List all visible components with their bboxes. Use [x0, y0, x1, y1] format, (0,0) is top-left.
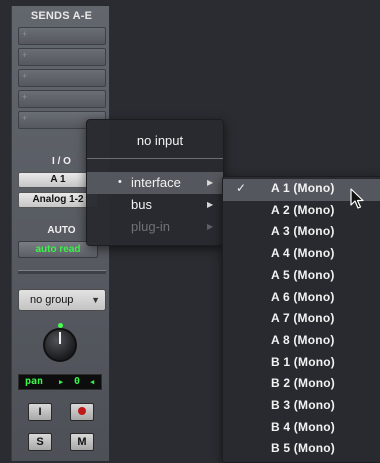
mute-button[interactable]: M	[70, 433, 94, 451]
submenu-item[interactable]: A 7 (Mono)	[271, 311, 335, 325]
pan-label: pan	[25, 376, 44, 387]
send-slot-c[interactable]: +	[18, 69, 106, 87]
pan-knob[interactable]	[43, 328, 77, 362]
menu-item-label: bus	[131, 197, 152, 212]
submenu-item[interactable]: A 3 (Mono)	[271, 224, 335, 238]
interface-submenu: ✓ A 1 (Mono) A 2 (Mono) A 3 (Mono) A 4 (Mon…	[222, 176, 380, 463]
submenu-item[interactable]: B 5 (Mono)	[271, 441, 335, 455]
sends-header: SENDS A-E	[30, 10, 93, 22]
knob-pointer	[59, 332, 61, 344]
submenu-item[interactable]: A 6 (Mono)	[271, 290, 335, 304]
selected-bullet-icon: •	[118, 176, 122, 188]
checkmark-icon: ✓	[236, 181, 247, 195]
input-popup-menu: no input • interface ▶ bus ▶ plug-in ▶	[86, 119, 224, 246]
pan-arrow-right-icon: ▶	[59, 378, 64, 386]
add-send-icon: +	[22, 50, 28, 60]
send-slot-d[interactable]: +	[18, 90, 106, 108]
submenu-item[interactable]: B 1 (Mono)	[271, 355, 335, 369]
mouse-cursor-icon	[350, 188, 364, 209]
submenu-item[interactable]: A 2 (Mono)	[271, 203, 335, 217]
submenu-arrow-icon: ▶	[207, 200, 214, 209]
submenu-item[interactable]: B 3 (Mono)	[271, 398, 335, 412]
add-send-icon: +	[22, 71, 28, 81]
strip-divider	[18, 270, 106, 274]
add-send-icon: +	[22, 113, 28, 123]
menu-item-label: plug-in	[131, 219, 171, 234]
record-enable-button[interactable]	[70, 403, 94, 421]
menu-item-label: interface	[131, 175, 181, 190]
send-slot-b[interactable]: +	[18, 48, 106, 66]
menu-separator	[87, 158, 223, 159]
submenu-item[interactable]: A 8 (Mono)	[271, 333, 335, 347]
add-send-icon: +	[22, 29, 28, 39]
submenu-item[interactable]: A 5 (Mono)	[271, 268, 335, 282]
send-slot-a[interactable]: +	[18, 27, 106, 45]
submenu-arrow-icon: ▶	[207, 178, 214, 187]
chevron-down-icon: ▼	[91, 295, 100, 305]
pan-value: 0	[74, 376, 81, 387]
record-icon	[78, 407, 86, 416]
group-value: no group	[30, 294, 74, 306]
group-selector[interactable]: no group ▼	[18, 289, 106, 311]
submenu-item[interactable]: A 4 (Mono)	[271, 246, 335, 260]
submenu-item[interactable]: B 2 (Mono)	[271, 376, 335, 390]
pan-arrow-left-icon: ◀	[90, 378, 95, 386]
submenu-arrow-icon: ▶	[207, 222, 214, 231]
submenu-item[interactable]: A 1 (Mono)	[271, 181, 335, 195]
add-send-icon: +	[22, 92, 28, 102]
pan-display: pan ▶ 0 ◀	[18, 374, 102, 390]
input-monitor-button[interactable]: I	[28, 403, 52, 421]
menu-item-no-input[interactable]: no input	[87, 133, 223, 148]
menu-item-label: no input	[136, 133, 184, 148]
solo-button[interactable]: S	[28, 433, 52, 451]
submenu-item[interactable]: B 4 (Mono)	[271, 420, 335, 434]
